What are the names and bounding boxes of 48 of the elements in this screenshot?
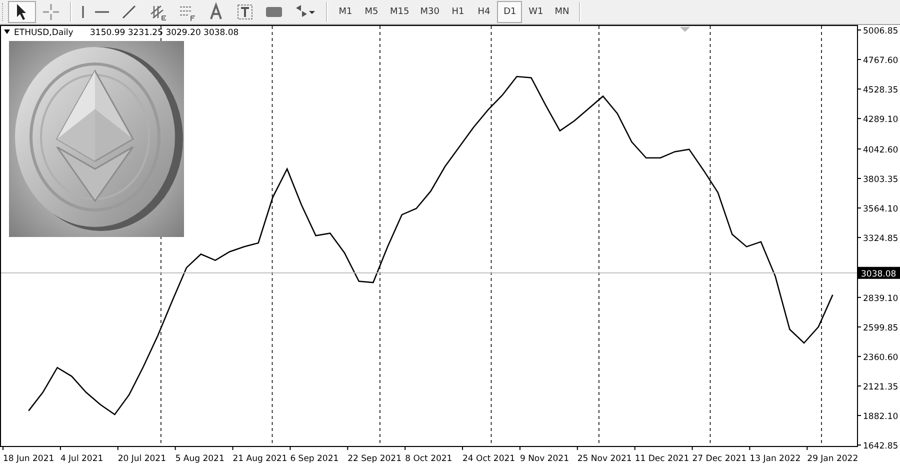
date-tick-label: 24 Oct 2021	[462, 454, 516, 464]
price-tick-label: 4528.35	[863, 86, 898, 96]
price-tick-label: 1882.10	[863, 412, 898, 422]
price-tick-label: 5006.85	[863, 26, 898, 36]
price-tick-label: 3324.85	[863, 234, 898, 244]
timeframe-button[interactable]: M1	[333, 1, 358, 23]
symbol-label: ETHUSD,Daily	[14, 28, 74, 38]
date-tick-label: 27 Dec 2021	[692, 454, 747, 464]
cursor-tool[interactable]	[8, 1, 36, 23]
timeframe-button[interactable]: H4	[471, 1, 496, 23]
dropdown-icon[interactable]	[4, 30, 10, 34]
ref-line-label: 3038.08	[861, 269, 896, 280]
timeframe-button[interactable]: M30	[415, 1, 444, 23]
date-tick-label: 6 Sep 2021	[290, 454, 339, 464]
price-tick-label: 1642.85	[863, 442, 898, 452]
price-tick-label: 4289.10	[863, 115, 898, 126]
date-tick-label: 5 Aug 2021	[175, 454, 224, 464]
timeframe-button[interactable]: H1	[445, 1, 470, 23]
price-tick-label: 4042.60	[863, 145, 898, 156]
timeframe-button[interactable]: M15	[385, 1, 414, 23]
price-tick-label: 2360.60	[863, 352, 898, 363]
price-tick-label: 2121.35	[863, 382, 898, 392]
date-tick-label: 9 Nov 2021	[520, 454, 569, 464]
date-tick-label: 25 Nov 2021	[577, 454, 632, 464]
price-tick-label: 3803.35	[863, 174, 898, 185]
ohlc-values: 3150.99 3231.25 3029.20 3038.08	[90, 28, 239, 38]
date-tick-label: 18 Jun 2021	[3, 454, 54, 464]
price-tick-label: 2599.85	[863, 323, 898, 334]
date-tick-label: 21 Aug 2021	[232, 454, 288, 464]
timeframe-button[interactable]: MN	[549, 1, 574, 23]
timeframe-button[interactable]: D1	[497, 1, 522, 23]
date-tick-label: 11 Dec 2021	[634, 454, 690, 464]
current-price-badge: 3038.08	[858, 266, 900, 280]
text-label-icon	[235, 2, 255, 22]
date-tick-label: 8 Oct 2021	[405, 454, 452, 464]
date-tick-label: 20 Jul 2021	[118, 454, 166, 464]
timeframe-button[interactable]: W1	[523, 1, 548, 23]
date-tick-label: 29 Jan 2022	[807, 454, 858, 464]
price-tick-label: 2839.10	[863, 294, 898, 304]
vertical-line-icon	[81, 5, 85, 19]
date-tick-label: 4 Jul 2021	[60, 454, 104, 464]
price-tick-label: 3564.10	[863, 204, 898, 214]
shift-marker-icon	[680, 27, 690, 32]
timeframe-button[interactable]: M5	[359, 1, 384, 23]
date-tick-label: 13 Jan 2022	[750, 454, 801, 464]
horizontal-line-icon	[94, 10, 110, 14]
price-tick-label: 4767.60	[863, 56, 898, 66]
date-tick-label: 22 Sep 2021	[348, 454, 402, 464]
